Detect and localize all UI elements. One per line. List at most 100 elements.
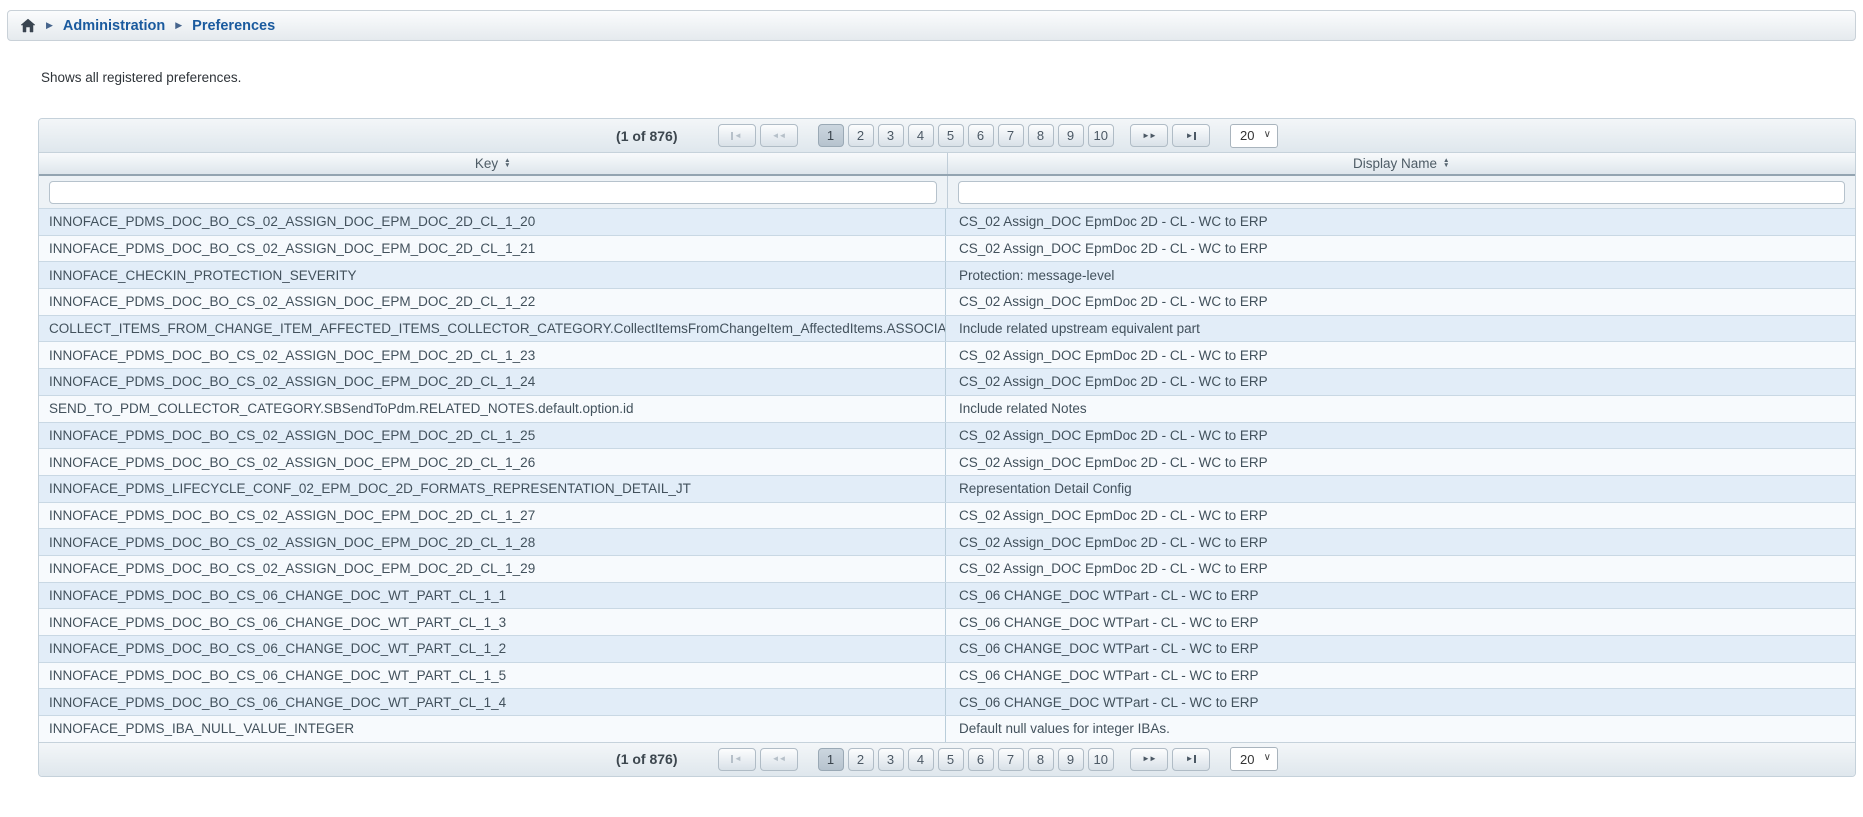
page-description: Shows all registered preferences. bbox=[41, 70, 1863, 85]
previous-page-button[interactable]: ◄◄ bbox=[760, 748, 798, 771]
table-row[interactable]: INNOFACE_PDMS_DOC_BO_CS_06_CHANGE_DOC_WT… bbox=[39, 635, 1855, 662]
page-button-9[interactable]: 9 bbox=[1058, 748, 1084, 771]
table-row[interactable]: INNOFACE_PDMS_DOC_BO_CS_02_ASSIGN_DOC_EP… bbox=[39, 368, 1855, 395]
table-row[interactable]: INNOFACE_PDMS_DOC_BO_CS_06_CHANGE_DOC_WT… bbox=[39, 608, 1855, 635]
display-name-cell: Protection: message-level bbox=[945, 262, 1855, 288]
breadcrumb-separator-icon: ▶ bbox=[46, 21, 53, 30]
next-page-button[interactable]: ►► bbox=[1130, 124, 1168, 147]
key-filter-input[interactable] bbox=[49, 181, 937, 204]
table-row[interactable]: SEND_TO_PDM_COLLECTOR_CATEGORY.SBSendToP… bbox=[39, 395, 1855, 422]
display-name-cell: CS_02 Assign_DOC EpmDoc 2D - CL - WC to … bbox=[945, 342, 1855, 368]
display-name-cell: CS_06 CHANGE_DOC WTPart - CL - WC to ERP bbox=[945, 663, 1855, 689]
key-cell: INNOFACE_PDMS_DOC_BO_CS_02_ASSIGN_DOC_EP… bbox=[39, 236, 945, 262]
page-button-3[interactable]: 3 bbox=[878, 124, 904, 147]
key-cell: INNOFACE_PDMS_DOC_BO_CS_02_ASSIGN_DOC_EP… bbox=[39, 423, 945, 449]
page-button-10[interactable]: 10 bbox=[1088, 124, 1114, 147]
table-row[interactable]: INNOFACE_PDMS_DOC_BO_CS_02_ASSIGN_DOC_EP… bbox=[39, 288, 1855, 315]
page-button-10[interactable]: 10 bbox=[1088, 748, 1114, 771]
rows-per-page: 20∨ bbox=[1230, 124, 1278, 148]
page-button-3[interactable]: 3 bbox=[878, 748, 904, 771]
display-name-cell: CS_02 Assign_DOC EpmDoc 2D - CL - WC to … bbox=[945, 209, 1855, 235]
page-button-5[interactable]: 5 bbox=[938, 748, 964, 771]
first-page-button[interactable]: ◄ bbox=[718, 748, 756, 771]
page-button-1[interactable]: 1 bbox=[818, 124, 844, 147]
key-cell: INNOFACE_PDMS_DOC_BO_CS_06_CHANGE_DOC_WT… bbox=[39, 663, 945, 689]
page-button-4[interactable]: 4 bbox=[908, 124, 934, 147]
key-cell: INNOFACE_PDMS_DOC_BO_CS_02_ASSIGN_DOC_EP… bbox=[39, 209, 945, 235]
page-button-2[interactable]: 2 bbox=[848, 748, 874, 771]
paginator-forward-group: ►►► bbox=[1128, 124, 1212, 147]
display-name-cell: CS_02 Assign_DOC EpmDoc 2D - CL - WC to … bbox=[945, 503, 1855, 529]
page-button-6[interactable]: 6 bbox=[968, 748, 994, 771]
sort-icon: ▲▼ bbox=[504, 159, 510, 168]
display-name-cell: CS_06 CHANGE_DOC WTPart - CL - WC to ERP bbox=[945, 583, 1855, 609]
table-row[interactable]: COLLECT_ITEMS_FROM_CHANGE_ITEM_AFFECTED_… bbox=[39, 315, 1855, 342]
paginator-bottom: (1 of 876)◄◄◄12345678910►►►20∨ bbox=[39, 742, 1855, 776]
table-row[interactable]: INNOFACE_PDMS_DOC_BO_CS_02_ASSIGN_DOC_EP… bbox=[39, 555, 1855, 582]
page-button-8[interactable]: 8 bbox=[1028, 124, 1054, 147]
display-name-cell: CS_02 Assign_DOC EpmDoc 2D - CL - WC to … bbox=[945, 449, 1855, 475]
table-row[interactable]: INNOFACE_PDMS_DOC_BO_CS_02_ASSIGN_DOC_EP… bbox=[39, 235, 1855, 262]
table-row[interactable]: INNOFACE_PDMS_DOC_BO_CS_02_ASSIGN_DOC_EP… bbox=[39, 528, 1855, 555]
breadcrumb-link-administration[interactable]: Administration bbox=[63, 18, 165, 34]
table-row[interactable]: INNOFACE_PDMS_LIFECYCLE_CONF_02_EPM_DOC_… bbox=[39, 475, 1855, 502]
display-name-cell: CS_06 CHANGE_DOC WTPart - CL - WC to ERP bbox=[945, 689, 1855, 715]
table-row[interactable]: INNOFACE_PDMS_DOC_BO_CS_06_CHANGE_DOC_WT… bbox=[39, 662, 1855, 689]
table-row[interactable]: INNOFACE_PDMS_DOC_BO_CS_02_ASSIGN_DOC_EP… bbox=[39, 448, 1855, 475]
display-name-cell: CS_06 CHANGE_DOC WTPart - CL - WC to ERP bbox=[945, 609, 1855, 635]
column-header-key-label: Key bbox=[475, 156, 498, 171]
rows-per-page-select[interactable]: 20 bbox=[1230, 747, 1278, 771]
key-cell: INNOFACE_PDMS_DOC_BO_CS_02_ASSIGN_DOC_EP… bbox=[39, 503, 945, 529]
rows-per-page-select[interactable]: 20 bbox=[1230, 124, 1278, 148]
paginator-top: (1 of 876)◄◄◄12345678910►►►20∨ bbox=[39, 119, 1855, 153]
key-cell: INNOFACE_PDMS_DOC_BO_CS_06_CHANGE_DOC_WT… bbox=[39, 609, 945, 635]
page-button-1[interactable]: 1 bbox=[818, 748, 844, 771]
breadcrumb: ▶ Administration ▶ Preferences bbox=[7, 10, 1856, 41]
display-name-cell: Representation Detail Config bbox=[945, 476, 1855, 502]
next-page-button[interactable]: ►► bbox=[1130, 748, 1168, 771]
table-header: Key ▲▼ Display Name ▲▼ bbox=[39, 153, 1855, 176]
last-page-button[interactable]: ► bbox=[1172, 748, 1210, 771]
display-name-cell: CS_02 Assign_DOC EpmDoc 2D - CL - WC to … bbox=[945, 529, 1855, 555]
table-row[interactable]: INNOFACE_PDMS_DOC_BO_CS_06_CHANGE_DOC_WT… bbox=[39, 688, 1855, 715]
key-cell: COLLECT_ITEMS_FROM_CHANGE_ITEM_AFFECTED_… bbox=[39, 316, 945, 342]
page-button-6[interactable]: 6 bbox=[968, 124, 994, 147]
home-icon bbox=[20, 18, 36, 33]
breadcrumb-link-preferences[interactable]: Preferences bbox=[192, 18, 275, 34]
last-page-button[interactable]: ► bbox=[1172, 124, 1210, 147]
table-row[interactable]: INNOFACE_PDMS_DOC_BO_CS_02_ASSIGN_DOC_EP… bbox=[39, 502, 1855, 529]
page-button-7[interactable]: 7 bbox=[998, 748, 1024, 771]
page-button-4[interactable]: 4 bbox=[908, 748, 934, 771]
table-row[interactable]: INNOFACE_PDMS_DOC_BO_CS_02_ASSIGN_DOC_EP… bbox=[39, 341, 1855, 368]
key-cell: INNOFACE_PDMS_DOC_BO_CS_02_ASSIGN_DOC_EP… bbox=[39, 342, 945, 368]
table-body: INNOFACE_PDMS_DOC_BO_CS_02_ASSIGN_DOC_EP… bbox=[39, 208, 1855, 742]
key-cell: INNOFACE_PDMS_DOC_BO_CS_06_CHANGE_DOC_WT… bbox=[39, 689, 945, 715]
column-header-display-name[interactable]: Display Name ▲▼ bbox=[947, 153, 1856, 174]
previous-page-button[interactable]: ◄◄ bbox=[760, 124, 798, 147]
column-header-key[interactable]: Key ▲▼ bbox=[39, 153, 947, 174]
key-cell: INNOFACE_PDMS_DOC_BO_CS_06_CHANGE_DOC_WT… bbox=[39, 583, 945, 609]
table-row[interactable]: INNOFACE_PDMS_DOC_BO_CS_02_ASSIGN_DOC_EP… bbox=[39, 422, 1855, 449]
home-button[interactable] bbox=[20, 18, 36, 33]
table-row[interactable]: INNOFACE_PDMS_IBA_NULL_VALUE_INTEGERDefa… bbox=[39, 715, 1855, 742]
page-button-9[interactable]: 9 bbox=[1058, 124, 1084, 147]
first-page-button[interactable]: ◄ bbox=[718, 124, 756, 147]
display-name-cell: CS_02 Assign_DOC EpmDoc 2D - CL - WC to … bbox=[945, 236, 1855, 262]
key-cell: INNOFACE_PDMS_DOC_BO_CS_02_ASSIGN_DOC_EP… bbox=[39, 449, 945, 475]
display-name-filter-input[interactable] bbox=[958, 181, 1846, 204]
display-name-cell: CS_02 Assign_DOC EpmDoc 2D - CL - WC to … bbox=[945, 423, 1855, 449]
key-cell: INNOFACE_CHECKIN_PROTECTION_SEVERITY bbox=[39, 262, 945, 288]
page-button-7[interactable]: 7 bbox=[998, 124, 1024, 147]
key-cell: INNOFACE_PDMS_DOC_BO_CS_02_ASSIGN_DOC_EP… bbox=[39, 529, 945, 555]
table-row[interactable]: INNOFACE_CHECKIN_PROTECTION_SEVERITYProt… bbox=[39, 261, 1855, 288]
rows-per-page: 20∨ bbox=[1230, 747, 1278, 771]
key-cell: INNOFACE_PDMS_DOC_BO_CS_02_ASSIGN_DOC_EP… bbox=[39, 369, 945, 395]
filter-row bbox=[39, 176, 1855, 208]
paginator-back-group: ◄◄◄ bbox=[716, 124, 800, 147]
page-button-8[interactable]: 8 bbox=[1028, 748, 1054, 771]
table-row[interactable]: INNOFACE_PDMS_DOC_BO_CS_02_ASSIGN_DOC_EP… bbox=[39, 208, 1855, 235]
display-name-cell: CS_02 Assign_DOC EpmDoc 2D - CL - WC to … bbox=[945, 556, 1855, 582]
table-row[interactable]: INNOFACE_PDMS_DOC_BO_CS_06_CHANGE_DOC_WT… bbox=[39, 582, 1855, 609]
page-button-5[interactable]: 5 bbox=[938, 124, 964, 147]
page-button-2[interactable]: 2 bbox=[848, 124, 874, 147]
